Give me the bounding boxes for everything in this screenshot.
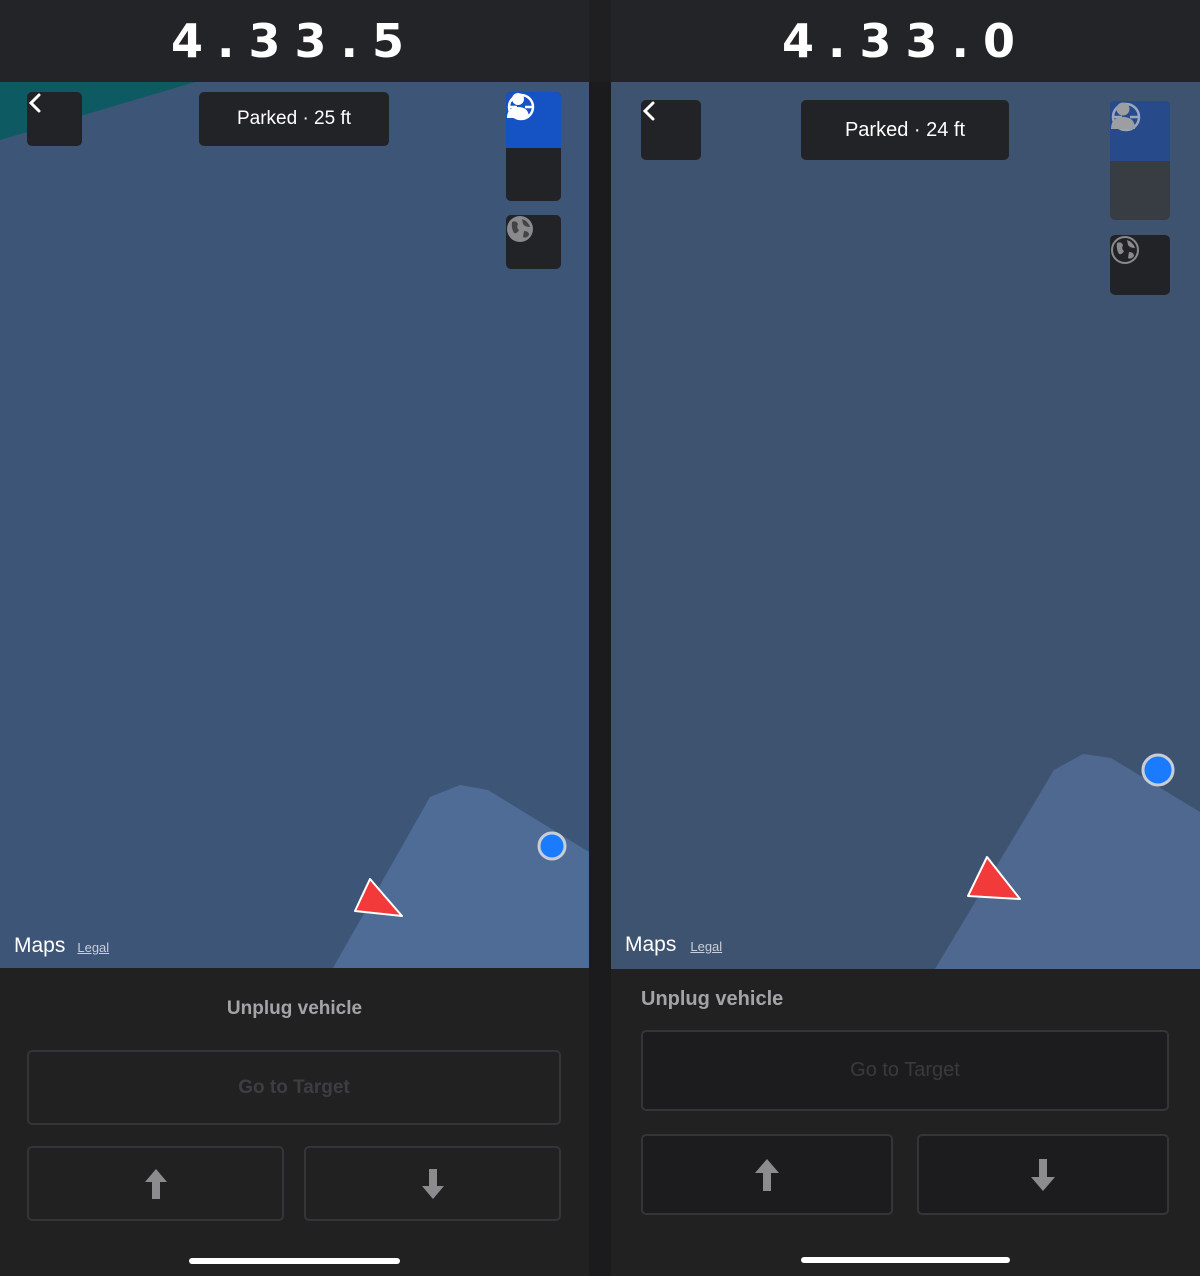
back-button[interactable] <box>641 100 701 160</box>
panel-divider <box>589 82 611 1276</box>
location-mode-toggle <box>506 92 561 201</box>
version-header-right: 4.33.0 <box>611 0 1200 82</box>
apple-maps-logo: Maps <box>625 933 677 956</box>
person-button[interactable] <box>506 93 561 201</box>
user-location-dot <box>1141 753 1175 787</box>
map-shapes <box>0 82 589 968</box>
chevron-left-icon <box>642 101 655 121</box>
map-type-button[interactable] <box>1110 235 1170 295</box>
back-button[interactable] <box>27 92 82 146</box>
map-view[interactable]: Parked · 24 ft Maps Legal <box>611 82 1200 969</box>
home-indicator[interactable] <box>801 1257 1010 1263</box>
go-to-target-button[interactable]: Go to Target <box>641 1030 1169 1111</box>
status-pill: Parked · 25 ft <box>199 92 389 146</box>
move-forward-button[interactable] <box>27 1146 284 1221</box>
person-icon <box>1111 102 1135 129</box>
arrow-down-icon <box>1031 1158 1055 1191</box>
user-location-dot <box>537 831 567 861</box>
go-to-target-button[interactable]: Go to Target <box>27 1050 561 1125</box>
status-text: Unplug vehicle <box>641 988 784 1010</box>
legal-link[interactable]: Legal <box>77 940 109 955</box>
map-type-button[interactable] <box>506 215 561 269</box>
move-forward-button[interactable] <box>641 1134 893 1215</box>
screenshot-4-33-0: Parked · 24 ft Maps Legal Unplug vehicle… <box>611 82 1200 1276</box>
screenshot-4-33-5: Parked · 25 ft Maps Legal Unplug vehicle… <box>0 82 589 1276</box>
globe-icon <box>507 216 533 242</box>
legal-link[interactable]: Legal <box>690 939 722 954</box>
map-view[interactable]: Parked · 25 ft Maps Legal <box>0 82 589 968</box>
arrow-up-icon <box>144 1168 167 1199</box>
arrow-up-icon <box>755 1158 779 1191</box>
version-header-left: 4.33.5 <box>0 0 589 82</box>
home-indicator[interactable] <box>189 1258 400 1264</box>
globe-icon <box>1111 236 1139 264</box>
location-mode-toggle <box>1110 101 1170 220</box>
move-backward-button[interactable] <box>304 1146 561 1221</box>
status-pill: Parked · 24 ft <box>801 100 1009 160</box>
apple-maps-attribution: Maps Legal <box>14 934 109 958</box>
person-button[interactable] <box>1110 102 1170 220</box>
status-text: Unplug vehicle <box>226 998 363 1019</box>
move-backward-button[interactable] <box>917 1134 1169 1215</box>
apple-maps-logo: Maps <box>14 934 66 957</box>
person-icon <box>507 93 529 118</box>
apple-maps-attribution: Maps Legal <box>625 933 722 957</box>
chevron-left-icon <box>28 93 41 113</box>
arrow-down-icon <box>421 1168 444 1199</box>
